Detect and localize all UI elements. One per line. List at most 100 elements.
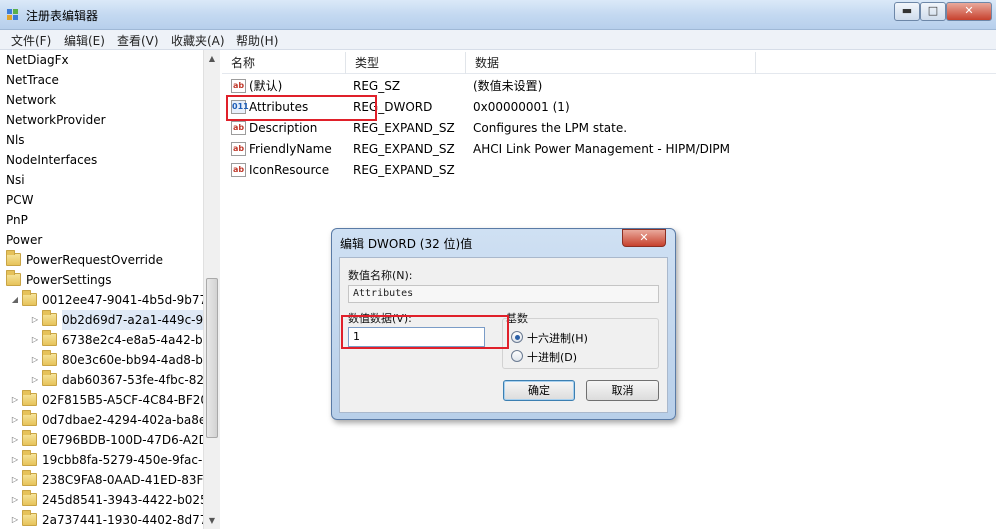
- value-data: Configures the LPM state.: [473, 121, 628, 135]
- tree-item-label: Power: [6, 233, 43, 247]
- tree-item-label: 238C9FA8-0AAD-41ED-83F4: [42, 473, 212, 487]
- dialog-close-button[interactable]: ✕: [622, 229, 666, 247]
- tree-item-label: 0012ee47-9041-4b5d-9b77: [42, 293, 208, 307]
- decimal-radio[interactable]: [511, 350, 523, 362]
- collapsed-arrow-icon[interactable]: ▷: [10, 490, 20, 510]
- value-row-description[interactable]: ab Description REG_EXPAND_SZ Configures …: [222, 118, 996, 139]
- tree-item[interactable]: NetDiagFx: [0, 50, 203, 70]
- collapsed-arrow-icon[interactable]: ▷: [30, 370, 40, 390]
- minimize-button[interactable]: ▬: [894, 2, 920, 21]
- menu-help[interactable]: 帮助(H): [236, 32, 278, 49]
- column-type[interactable]: 类型: [346, 52, 466, 74]
- value-row-iconresource[interactable]: ab IconResource REG_EXPAND_SZ: [222, 160, 996, 181]
- collapsed-arrow-icon[interactable]: ▷: [10, 450, 20, 470]
- folder-icon: [22, 390, 37, 406]
- tree-item[interactable]: ▷ 0d7dbae2-4294-402a-ba8e: [0, 410, 207, 430]
- collapsed-arrow-icon[interactable]: ▷: [10, 390, 20, 410]
- registry-tree[interactable]: NetDiagFx NetTrace Network NetworkProvider N…: [0, 50, 220, 529]
- title-bar: 注册表编辑器 ▬ □ ✕: [0, 0, 996, 30]
- value-row-friendlyname[interactable]: ab FriendlyName REG_EXPAND_SZ AHCI Link …: [222, 139, 996, 160]
- tree-item[interactable]: ▷ 2a737441-1930-4402-8d77-: [0, 510, 212, 529]
- value-type: REG_EXPAND_SZ: [353, 142, 455, 156]
- folder-icon: [6, 270, 21, 286]
- collapsed-arrow-icon[interactable]: ▷: [10, 510, 20, 529]
- column-name[interactable]: 名称: [222, 52, 346, 74]
- tree-item[interactable]: NetworkProvider: [0, 110, 203, 130]
- tree-item-label: NetTrace: [6, 73, 59, 87]
- scroll-up-icon[interactable]: ▲: [204, 50, 220, 67]
- tree-item[interactable]: PCW: [0, 190, 203, 210]
- tree-item[interactable]: Nls: [0, 130, 203, 150]
- tree-item-label: 19cbb8fa-5279-450e-9fac-8: [42, 453, 210, 467]
- tree-item[interactable]: NetTrace: [0, 70, 203, 90]
- tree-item[interactable]: ▷ 0E796BDB-100D-47D6-A2D: [0, 430, 208, 450]
- menu-favorites[interactable]: 收藏夹(A): [171, 32, 225, 49]
- collapsed-arrow-icon[interactable]: ▷: [10, 430, 20, 450]
- menu-view[interactable]: 查看(V): [117, 32, 159, 49]
- collapsed-arrow-icon[interactable]: ▷: [30, 350, 40, 370]
- tree-item-label: PowerSettings: [26, 273, 112, 287]
- value-data: (数值未设置): [473, 79, 543, 93]
- data-input-highlight-box: [341, 315, 509, 349]
- column-data[interactable]: 数据: [466, 52, 756, 74]
- tree-item-label: 0E796BDB-100D-47D6-A2D: [42, 433, 208, 447]
- maximize-button[interactable]: □: [920, 2, 946, 21]
- hex-radio-label[interactable]: 十六进制(H): [527, 330, 588, 346]
- string-value-icon: ab: [231, 121, 246, 135]
- ok-button[interactable]: 确定: [503, 380, 575, 401]
- hex-radio[interactable]: [511, 331, 523, 343]
- value-data: 0x00000001 (1): [473, 100, 570, 114]
- scroll-thumb[interactable]: [206, 278, 218, 438]
- collapsed-arrow-icon[interactable]: ▷: [30, 310, 40, 330]
- tree-item[interactable]: ▷ 6738e2c4-e8a5-4a42-b1: [0, 330, 210, 350]
- expanded-arrow-icon[interactable]: ◢: [10, 290, 20, 310]
- tree-item[interactable]: ▷ dab60367-53fe-4fbc-825: [0, 370, 212, 390]
- scroll-down-icon[interactable]: ▼: [204, 512, 220, 529]
- value-row-default[interactable]: ab (默认) REG_SZ (数值未设置): [222, 76, 996, 97]
- tree-item[interactable]: ◢ 0012ee47-9041-4b5d-9b77: [0, 290, 207, 310]
- tree-item-label: PnP: [6, 213, 28, 227]
- decimal-radio-label[interactable]: 十进制(D): [527, 349, 577, 365]
- tree-item-label: 80e3c60e-bb94-4ad8-bb: [62, 353, 211, 367]
- cancel-button[interactable]: 取消: [586, 380, 659, 401]
- attributes-highlight-box: [226, 95, 377, 121]
- tree-item[interactable]: Power: [0, 230, 203, 250]
- value-type: REG_EXPAND_SZ: [353, 163, 455, 177]
- tree-item-label: Nsi: [6, 173, 25, 187]
- tree-item[interactable]: ▷ 245d8541-3943-4422-b025-: [0, 490, 212, 510]
- tree-item[interactable]: PowerRequestOverride: [0, 250, 203, 270]
- tree-item-label: 0d7dbae2-4294-402a-ba8e: [42, 413, 207, 427]
- dialog-title: 编辑 DWORD (32 位)值: [340, 237, 473, 251]
- menu-file[interactable]: 文件(F): [11, 32, 51, 49]
- tree-item[interactable]: Nsi: [0, 170, 203, 190]
- tree-item[interactable]: ▷ 19cbb8fa-5279-450e-9fac-8: [0, 450, 210, 470]
- collapsed-arrow-icon[interactable]: ▷: [30, 330, 40, 350]
- tree-item-label: 02F815B5-A5CF-4C84-BF20-: [42, 393, 213, 407]
- tree-item[interactable]: Network: [0, 90, 203, 110]
- tree-item-label: NetworkProvider: [6, 113, 106, 127]
- tree-item[interactable]: PowerSettings: [0, 270, 203, 290]
- collapsed-arrow-icon[interactable]: ▷: [10, 410, 20, 430]
- string-value-icon: ab: [231, 142, 246, 156]
- folder-icon: [42, 330, 57, 346]
- tree-item-label: NetDiagFx: [6, 53, 69, 67]
- tree-item[interactable]: ▷ 02F815B5-A5CF-4C84-BF20-: [0, 390, 212, 410]
- tree-item[interactable]: PnP: [0, 210, 203, 230]
- folder-icon: [22, 290, 37, 306]
- tree-item[interactable]: ▷ 80e3c60e-bb94-4ad8-bb: [0, 350, 211, 370]
- tree-item[interactable]: ▷ 0b2d69d7-a2a1-449c-96: [0, 310, 211, 330]
- folder-icon: [22, 490, 37, 506]
- collapsed-arrow-icon[interactable]: ▷: [10, 470, 20, 490]
- tree-item-label: 2a737441-1930-4402-8d77-: [42, 513, 212, 527]
- folder-icon: [22, 450, 37, 466]
- regedit-icon: [7, 9, 18, 20]
- folder-icon: [22, 510, 37, 526]
- menu-edit[interactable]: 编辑(E): [64, 32, 105, 49]
- edit-dword-dialog: 编辑 DWORD (32 位)值 ✕ 数值名称(N): Attributes 数…: [331, 228, 676, 420]
- tree-item[interactable]: ▷ 238C9FA8-0AAD-41ED-83F4: [0, 470, 211, 490]
- tree-scrollbar[interactable]: ▲ ▼: [203, 50, 220, 529]
- close-button[interactable]: ✕: [946, 2, 992, 21]
- tree-item[interactable]: NodeInterfaces: [0, 150, 203, 170]
- value-name: (默认): [249, 79, 283, 93]
- tree-item-label: 245d8541-3943-4422-b025-: [42, 493, 212, 507]
